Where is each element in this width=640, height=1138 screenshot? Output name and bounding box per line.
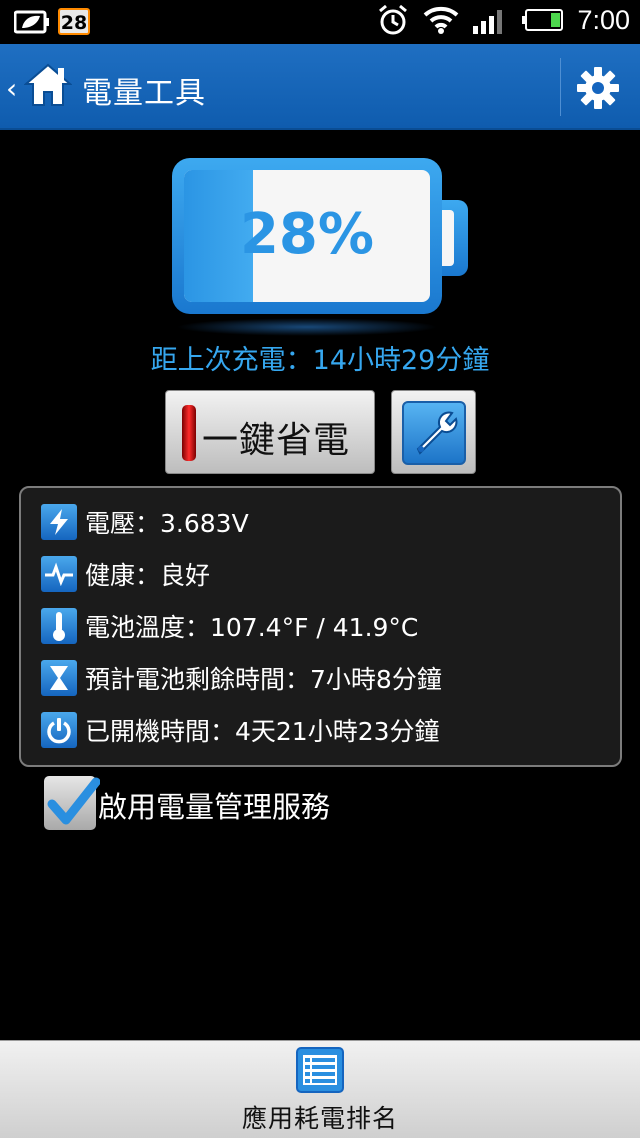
remaining-time-text: 預計電池剩餘時間：7小時8分鐘 <box>85 665 442 694</box>
back-chevron-icon[interactable]: ‹ <box>6 72 17 105</box>
page-title: 電量工具 <box>82 76 206 111</box>
info-row-health: 健康：良好 <box>41 554 210 594</box>
one-tap-save-label: 一鍵省電 <box>202 420 351 461</box>
tools-button[interactable] <box>391 390 476 474</box>
list-icon <box>296 1047 344 1093</box>
hourglass-icon <box>41 660 77 696</box>
battery-percent: 28% <box>239 202 375 267</box>
service-checkbox-label[interactable]: 啟用電量管理服務 <box>98 784 330 826</box>
lightning-icon <box>41 504 77 540</box>
temperature-text: 電池溫度：107.4°F / 41.9°C <box>85 613 419 642</box>
time-since-charge: 距上次充電：14小時29分鐘 <box>150 345 490 376</box>
thermometer-icon <box>41 608 77 644</box>
checkmark-icon <box>47 777 101 825</box>
wifi-icon <box>424 6 459 34</box>
power-icon <box>41 712 77 748</box>
gear-icon[interactable] <box>576 66 620 110</box>
app-usage-ranking-button[interactable]: 應用耗電排名 <box>0 1040 640 1138</box>
app-usage-ranking-label: 應用耗電排名 <box>241 1104 398 1133</box>
info-row-remaining: 預計電池剩餘時間：7小時8分鐘 <box>41 658 442 698</box>
status-bar: 28 7:00 <box>0 0 640 44</box>
signal-icon <box>473 10 503 34</box>
voltage-text: 電壓：3.683V <box>85 509 249 538</box>
one-tap-save-button[interactable]: 一鍵省電 <box>165 390 375 474</box>
health-text: 健康：良好 <box>85 561 211 590</box>
pulse-icon <box>41 556 77 592</box>
uptime-text: 已開機時間：4天21小時23分鐘 <box>85 717 440 746</box>
notification-badge: 28 <box>58 8 90 35</box>
home-icon[interactable] <box>24 62 72 108</box>
battery-info-panel: 電壓：3.683V 健康：良好 電池溫度：107.4°F / 41.9°C 預計… <box>19 486 622 767</box>
action-bar: ‹ 電量工具 <box>0 44 640 130</box>
battery-reflection <box>176 318 438 336</box>
leaf-battery-icon <box>14 10 49 33</box>
red-indicator-icon <box>182 405 196 461</box>
divider <box>560 58 561 116</box>
battery-icon <box>522 9 564 31</box>
info-row-temperature: 電池溫度：107.4°F / 41.9°C <box>41 606 418 646</box>
alarm-clock-icon <box>379 4 408 35</box>
info-row-voltage: 電壓：3.683V <box>41 502 249 542</box>
wrench-icon <box>402 401 466 465</box>
info-row-uptime: 已開機時間：4天21小時23分鐘 <box>41 710 440 750</box>
service-checkbox[interactable] <box>44 776 101 830</box>
clock-time: 7:00 <box>577 4 630 35</box>
